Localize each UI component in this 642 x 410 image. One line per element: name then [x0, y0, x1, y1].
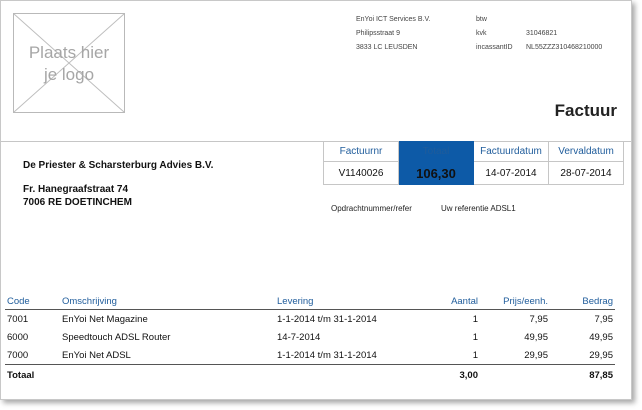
meta-invoice-date: 14-07-2014	[473, 161, 549, 185]
invoice-meta-table: Factuurnr Totaal Factuurdatum Vervaldatu…	[323, 141, 624, 185]
customer-reference: Uw referentie ADSL1	[441, 204, 516, 213]
line-quantity: 1	[472, 349, 478, 361]
sender-registration-labels: btw kvk incassantID	[476, 13, 513, 55]
line-description: EnYoi Net ADSL	[62, 349, 131, 361]
meta-due-date: 28-07-2014	[548, 161, 624, 185]
customer-address-line-2: 7006 RE DOETINCHEM	[23, 197, 132, 208]
meta-header-due-date: Vervaldatum	[548, 141, 624, 162]
lines-total-row: Totaal 3,00 87,85	[5, 364, 615, 385]
line-delivery: 14-7-2014	[277, 331, 321, 343]
line-unit-price: 29,95	[524, 349, 548, 361]
line-code: 7001	[7, 313, 29, 325]
meta-total-amount: 106,30	[398, 161, 474, 185]
line-delivery: 1-1-2014 t/m 31-1-2014	[277, 313, 377, 325]
logo-placeholder-text: Plaats hier je logo	[14, 42, 124, 86]
logo-line-2: je logo	[43, 65, 95, 84]
total-quantity: 3,00	[420, 364, 480, 385]
line-code: 7000	[7, 349, 29, 361]
line-amount: 49,95	[589, 331, 613, 343]
value-kvk: 31046821	[526, 30, 558, 37]
table-row: 7000 EnYoi Net ADSL 1-1-2014 t/m 31-1-20…	[5, 346, 615, 365]
line-delivery: 1-1-2014 t/m 31-1-2014	[277, 349, 377, 361]
meta-header-invoice-number: Factuurnr	[323, 141, 399, 162]
label-btw: btw	[476, 16, 487, 23]
col-header-code: Code	[5, 293, 60, 310]
label-kvk: kvk	[476, 30, 487, 37]
line-description: Speedtouch ADSL Router	[62, 331, 171, 343]
customer-address-line-1: Fr. Hanegraafstraat 74	[23, 184, 129, 195]
invoice-lines-table: Code Omschrijving Levering Aantal Prijs/…	[5, 293, 615, 385]
table-row: 6000 Speedtouch ADSL Router 14-7-2014 1 …	[5, 328, 615, 346]
line-quantity: 1	[472, 313, 478, 325]
line-code: 6000	[7, 331, 29, 343]
sender-city: 3833 LC LEUSDEN	[356, 44, 418, 51]
sender-address: EnYoi ICT Services B.V. Philipsstraat 9 …	[356, 13, 430, 55]
col-header-amount: Bedrag	[550, 293, 615, 310]
label-incassant-id: incassantID	[476, 44, 513, 51]
col-header-description: Omschrijving	[60, 293, 275, 310]
order-reference: Opdrachtnummer/refer	[331, 204, 412, 213]
document-title: Factuur	[554, 101, 617, 120]
line-amount: 7,95	[594, 313, 614, 325]
value-btw	[526, 13, 602, 27]
customer-address: De Priester & Scharsterburg Advies B.V. …	[23, 159, 213, 209]
lines-header-row: Code Omschrijving Levering Aantal Prijs/…	[5, 293, 615, 310]
sender-street: Philipsstraat 9	[356, 30, 400, 37]
line-description: EnYoi Net Magazine	[62, 313, 148, 325]
line-unit-price: 7,95	[529, 313, 549, 325]
logo-placeholder: Plaats hier je logo	[13, 13, 125, 113]
line-unit-price: 49,95	[524, 331, 548, 343]
sender-registration-values: 31046821 NL55ZZZ310468210000	[526, 13, 602, 55]
meta-invoice-number: V1140026	[323, 161, 399, 185]
invoice-page: Plaats hier je logo EnYoi ICT Services B…	[0, 0, 632, 400]
value-incassant-id: NL55ZZZ310468210000	[526, 44, 603, 51]
col-header-unit-price: Prijs/eenh.	[480, 293, 550, 310]
total-label: Totaal	[5, 364, 60, 385]
meta-header-total: Totaal	[398, 141, 474, 162]
col-header-delivery: Levering	[275, 293, 420, 310]
logo-line-1: Plaats hier	[28, 43, 110, 62]
meta-header-invoice-date: Factuurdatum	[473, 141, 549, 162]
col-header-quantity: Aantal	[420, 293, 480, 310]
sender-name: EnYoi ICT Services B.V.	[356, 16, 431, 23]
line-quantity: 1	[472, 331, 478, 343]
table-row: 7001 EnYoi Net Magazine 1-1-2014 t/m 31-…	[5, 310, 615, 329]
total-amount: 87,85	[550, 364, 615, 385]
customer-name: De Priester & Scharsterburg Advies B.V.	[23, 160, 214, 171]
line-amount: 29,95	[589, 349, 613, 361]
